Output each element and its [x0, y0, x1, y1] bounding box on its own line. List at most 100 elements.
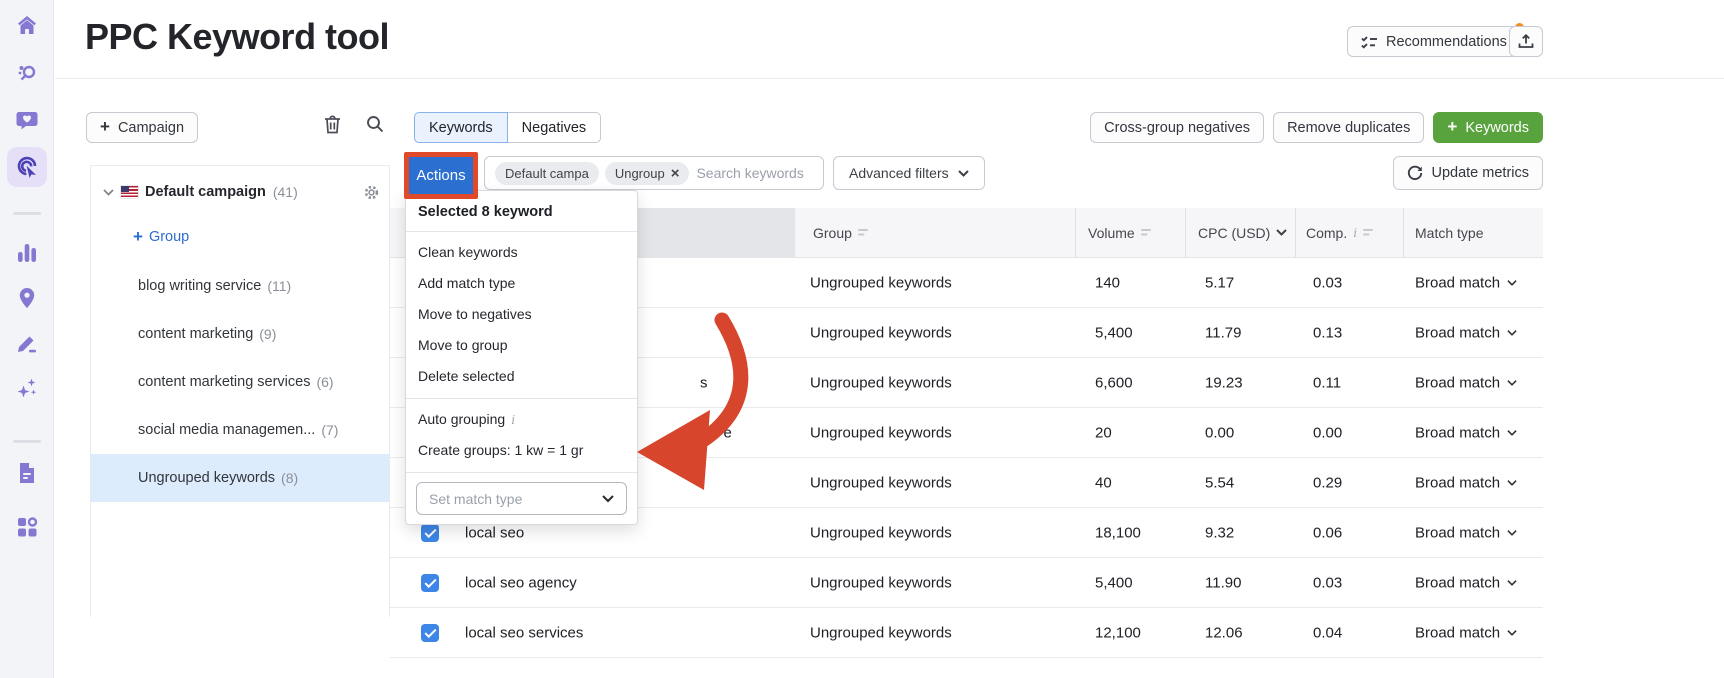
ppc-keyword-tool-icon[interactable]	[7, 147, 47, 187]
set-match-type-select[interactable]: Set match type	[416, 482, 627, 515]
sidebar-group-item[interactable]: content marketing services (6)	[91, 358, 389, 406]
set-match-type-placeholder: Set match type	[429, 490, 523, 507]
match-type-dropdown[interactable]: Broad match	[1415, 574, 1517, 591]
cross-group-negatives-button[interactable]: Cross-group negatives	[1090, 112, 1265, 143]
cpc-cell: 11.90	[1205, 574, 1242, 591]
match-type-dropdown[interactable]: Broad match	[1415, 624, 1517, 641]
chevron-down-icon	[103, 188, 114, 196]
compose-icon[interactable]	[13, 329, 41, 357]
add-group-button[interactable]: + Group	[133, 226, 190, 246]
menu-item[interactable]: Move to negatives	[406, 299, 637, 330]
sidebar-group-item[interactable]: social media managemen... (7)	[91, 406, 389, 454]
column-header-volume[interactable]: Volume	[1088, 208, 1153, 257]
recommendations-button[interactable]: Recommendations	[1347, 26, 1521, 57]
competition-cell: 0.06	[1313, 524, 1343, 541]
cpc-cell: 5.54	[1205, 474, 1235, 491]
volume-cell: 6,600	[1095, 374, 1133, 391]
apps-icon[interactable]	[13, 513, 41, 541]
group-cell: Ungrouped keywords	[810, 574, 952, 591]
column-header-match-type[interactable]: Match type	[1415, 208, 1483, 257]
feedback-icon[interactable]	[13, 106, 41, 134]
update-metrics-button[interactable]: Update metrics	[1393, 156, 1543, 190]
notes-icon[interactable]	[13, 459, 41, 487]
filter-chip[interactable]: Default campa	[495, 161, 599, 185]
add-keywords-label: Keywords	[1465, 119, 1529, 136]
search-keywords-input[interactable]: Default campa Ungroup × Search keywords	[484, 156, 824, 190]
sidebar-group-item[interactable]: blog writing service (11)	[91, 262, 389, 310]
column-header-competition[interactable]: Comp. i	[1306, 208, 1375, 257]
sidebar-group-item[interactable]: content marketing (9)	[91, 310, 389, 358]
delete-icon[interactable]	[324, 115, 341, 139]
column-divider	[1403, 208, 1404, 257]
tab-keywords[interactable]: Keywords	[414, 112, 508, 143]
add-keywords-button[interactable]: + Keywords	[1433, 112, 1543, 143]
add-group-label: Group	[148, 229, 190, 245]
ai-sparkles-icon[interactable]	[13, 374, 41, 402]
chevron-down-icon	[1507, 329, 1517, 336]
menu-item[interactable]: Auto grouping i	[406, 404, 637, 435]
competition-cell: 0.03	[1313, 574, 1343, 591]
menu-item[interactable]: Add match type	[406, 268, 637, 299]
location-icon[interactable]	[13, 284, 41, 312]
advanced-filters-button[interactable]: Advanced filters	[833, 156, 985, 190]
competition-cell: 0.04	[1313, 624, 1343, 641]
chevron-down-icon	[1507, 429, 1517, 436]
match-type-dropdown[interactable]: Broad match	[1415, 474, 1517, 491]
group-count: (7)	[321, 422, 339, 438]
volume-cell: 18,100	[1095, 524, 1141, 541]
us-flag-icon	[121, 186, 138, 198]
actions-menu: Selected 8 keyword Clean keywords Add mat…	[405, 190, 638, 525]
match-type-dropdown[interactable]: Broad match	[1415, 424, 1517, 441]
row-checkbox[interactable]	[421, 624, 439, 642]
keyword-research-icon[interactable]	[13, 59, 41, 87]
group-cell: Ungrouped keywords	[810, 274, 952, 291]
column-header-group[interactable]: Group	[813, 208, 870, 257]
chevron-down-icon	[1507, 379, 1517, 386]
match-type-dropdown[interactable]: Broad match	[1415, 374, 1517, 391]
match-type-dropdown[interactable]: Broad match	[1415, 524, 1517, 541]
menu-item[interactable]: Clean keywords	[406, 237, 637, 268]
page-title: PPC Keyword tool	[85, 16, 390, 57]
close-icon[interactable]: ×	[671, 166, 680, 181]
filter-chip[interactable]: Ungroup ×	[604, 161, 690, 185]
export-button[interactable]	[1509, 26, 1543, 57]
add-campaign-button[interactable]: + Campaign	[86, 112, 199, 143]
chevron-down-icon	[602, 494, 614, 502]
tab-negatives[interactable]: Negatives	[506, 112, 602, 143]
match-type-dropdown[interactable]: Broad match	[1415, 324, 1517, 341]
gear-icon[interactable]	[364, 185, 379, 200]
search-icon[interactable]	[366, 115, 384, 138]
campaign-tree-panel: Default campaign (41) + Group blog writi…	[90, 165, 390, 617]
sidebar-group-item[interactable]: Ungrouped keywords (8)	[91, 454, 389, 502]
keyword-cell: local seo services	[465, 624, 584, 641]
app-sidebar	[0, 0, 54, 678]
home-icon[interactable]	[13, 11, 41, 39]
group-cell: Ungrouped keywords	[810, 424, 952, 441]
filter-chips: Default campa Ungroup ×	[495, 161, 690, 185]
campaign-node[interactable]: Default campaign (41)	[91, 177, 389, 207]
volume-cell: 20	[1095, 424, 1112, 441]
row-checkbox[interactable]	[421, 574, 439, 592]
cpc-cell: 12.06	[1205, 624, 1243, 641]
match-type-dropdown[interactable]: Broad match	[1415, 274, 1517, 291]
menu-item[interactable]: Delete selected	[406, 361, 637, 392]
group-count: (11)	[267, 278, 292, 294]
cpc-cell: 0.00	[1205, 424, 1235, 441]
menu-item[interactable]: Create groups: 1 kw = 1 gr	[406, 435, 637, 466]
match-type-label: Broad match	[1415, 324, 1501, 341]
column-divider	[1075, 208, 1076, 257]
group-count: (6)	[316, 374, 334, 390]
menu-item[interactable]: Move to group	[406, 330, 637, 361]
group-cell: Ungrouped keywords	[810, 324, 952, 341]
column-header-cpc[interactable]: CPC (USD)	[1198, 208, 1288, 257]
analytics-icon[interactable]	[13, 239, 41, 267]
group-cell: Ungrouped keywords	[810, 524, 952, 541]
actions-button[interactable]: Actions	[409, 157, 473, 194]
remove-duplicates-button[interactable]: Remove duplicates	[1273, 112, 1425, 143]
group-count: (9)	[259, 326, 277, 342]
plus-icon: +	[133, 226, 143, 246]
cpc-cell: 5.17	[1205, 274, 1235, 291]
table-row: local seo agency Ungrouped keywords 5,400 1…	[390, 558, 1543, 608]
row-checkbox[interactable]	[421, 524, 439, 542]
update-metrics-label: Update metrics	[1431, 165, 1529, 181]
